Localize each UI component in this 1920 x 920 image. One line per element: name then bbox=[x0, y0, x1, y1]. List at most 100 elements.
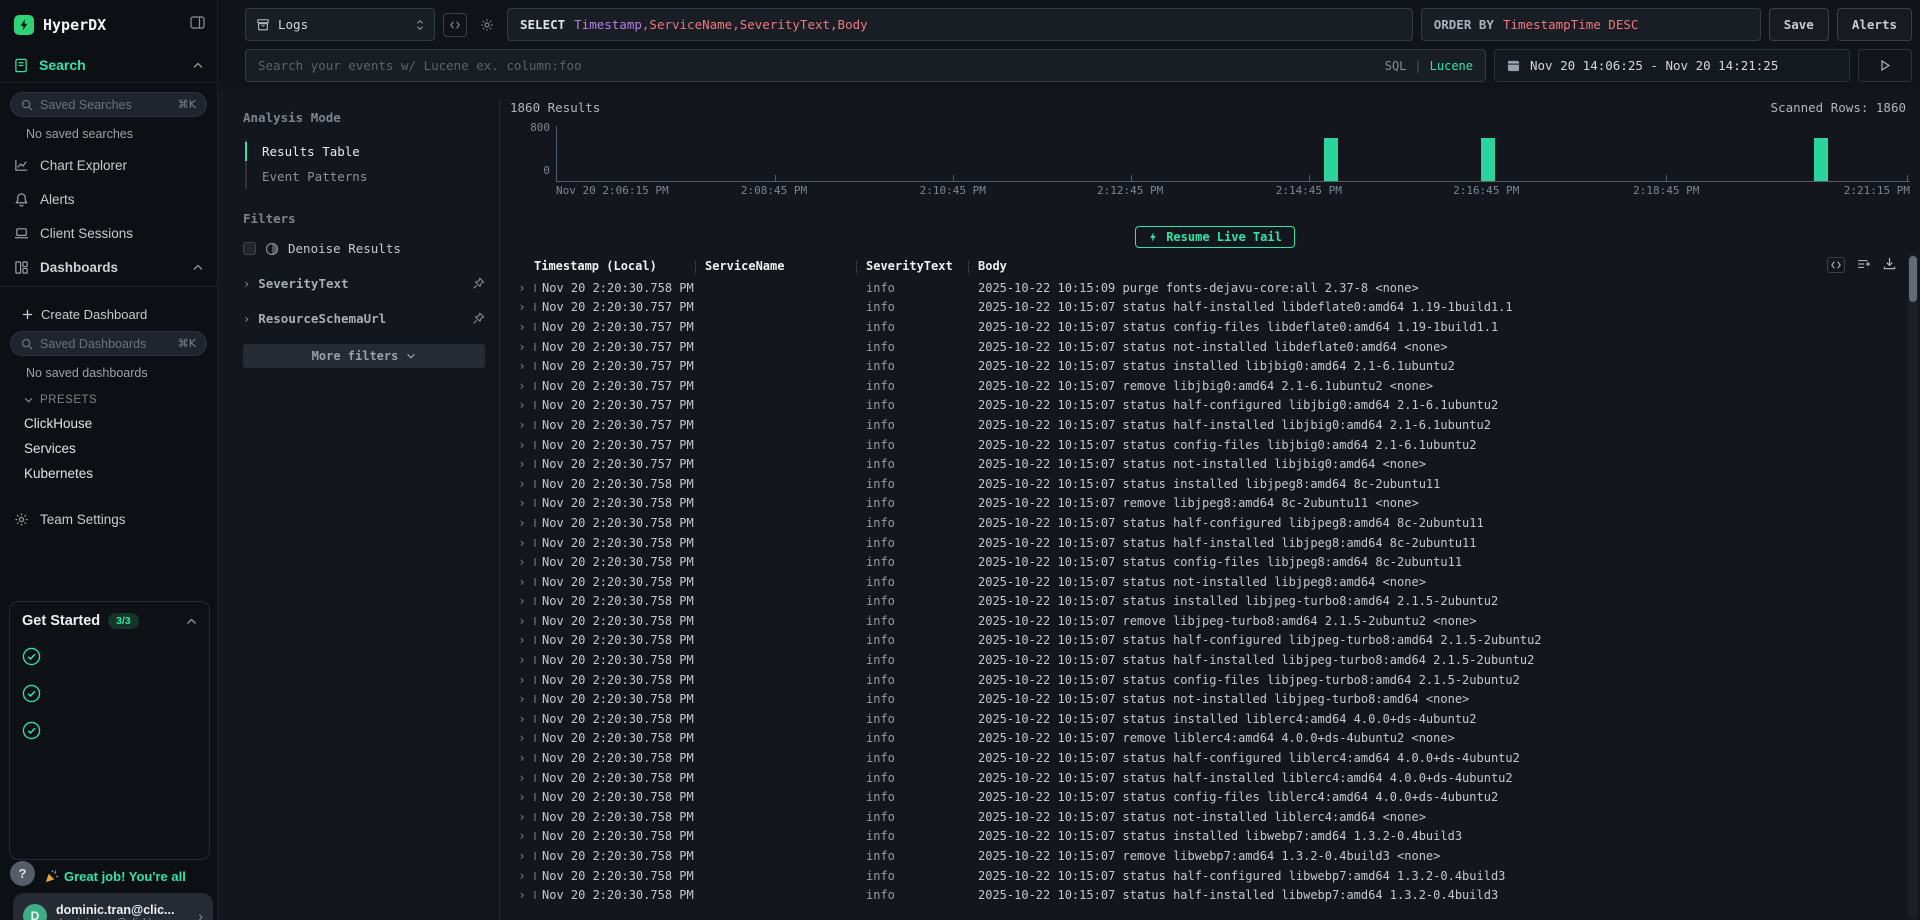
row-expand-icon[interactable]: › bbox=[510, 692, 534, 706]
table-row[interactable]: › Nov 20 2:20:30.757 PM info 2025-10-22 … bbox=[510, 298, 1920, 318]
col-header-timestamp[interactable]: Timestamp (Local) bbox=[534, 259, 705, 273]
table-row[interactable]: › Nov 20 2:20:30.758 PM info 2025-10-22 … bbox=[510, 807, 1920, 827]
collapse-sidebar-icon[interactable] bbox=[190, 16, 205, 34]
source-settings-button[interactable] bbox=[475, 13, 499, 37]
table-row[interactable]: › Nov 20 2:20:30.758 PM info 2025-10-22 … bbox=[510, 572, 1920, 592]
edit-sql-button[interactable] bbox=[443, 13, 467, 37]
table-row[interactable]: › Nov 20 2:20:30.757 PM info 2025-10-22 … bbox=[510, 396, 1920, 416]
create-dashboard-button[interactable]: Create Dashboard bbox=[0, 307, 217, 322]
row-expand-icon[interactable]: › bbox=[510, 888, 534, 902]
table-row[interactable]: › Nov 20 2:20:30.758 PM info 2025-10-22 … bbox=[510, 611, 1920, 631]
row-expand-icon[interactable]: › bbox=[510, 849, 534, 863]
denoise-results-toggle[interactable]: Denoise Results bbox=[243, 241, 485, 256]
table-row[interactable]: › Nov 20 2:20:30.758 PM info 2025-10-22 … bbox=[510, 670, 1920, 690]
pin-icon[interactable] bbox=[472, 312, 485, 325]
saved-dashboards-input[interactable]: Saved Dashboards ⌘K bbox=[10, 331, 207, 356]
row-expand-icon[interactable]: › bbox=[510, 398, 534, 412]
table-row[interactable]: › Nov 20 2:20:30.758 PM info 2025-10-22 … bbox=[510, 846, 1920, 866]
row-expand-icon[interactable]: › bbox=[510, 359, 534, 373]
help-button[interactable]: ? bbox=[10, 861, 35, 886]
row-expand-icon[interactable]: › bbox=[510, 673, 534, 687]
row-expand-icon[interactable]: › bbox=[510, 477, 534, 491]
row-expand-icon[interactable]: › bbox=[510, 810, 534, 824]
save-button[interactable]: Save bbox=[1769, 8, 1829, 41]
more-filters-button[interactable]: More filters bbox=[243, 344, 485, 368]
get-started-item[interactable] bbox=[22, 644, 197, 666]
table-scrollbar[interactable] bbox=[1908, 254, 1918, 920]
preset-item-clickhouse[interactable]: ClickHouse bbox=[0, 406, 217, 431]
row-expand-icon[interactable]: › bbox=[510, 300, 534, 314]
table-row[interactable]: › Nov 20 2:20:30.757 PM info 2025-10-22 … bbox=[510, 317, 1920, 337]
table-row[interactable]: › Nov 20 2:20:30.758 PM info 2025-10-22 … bbox=[510, 650, 1920, 670]
time-range-picker[interactable]: Nov 20 14:06:25 - Nov 20 14:21:25 bbox=[1494, 49, 1850, 82]
get-started-item[interactable] bbox=[22, 681, 197, 703]
table-row[interactable]: › Nov 20 2:20:30.758 PM info 2025-10-22 … bbox=[510, 689, 1920, 709]
row-expand-icon[interactable]: › bbox=[510, 594, 534, 608]
language-toggle-lucene[interactable]: Lucene bbox=[1430, 59, 1473, 73]
sidebar-item-client-sessions[interactable]: Client Sessions bbox=[0, 223, 217, 243]
scrollbar-thumb[interactable] bbox=[1909, 256, 1917, 302]
table-row[interactable]: › Nov 20 2:20:30.758 PM info 2025-10-22 … bbox=[510, 552, 1920, 572]
row-expand-icon[interactable]: › bbox=[510, 457, 534, 471]
filter-group-resourceschemaurl[interactable]: › ResourceSchemaUrl bbox=[243, 311, 485, 326]
table-row[interactable]: › Nov 20 2:20:30.758 PM info 2025-10-22 … bbox=[510, 631, 1920, 651]
table-row[interactable]: › Nov 20 2:20:30.757 PM info 2025-10-22 … bbox=[510, 454, 1920, 474]
select-clause-input[interactable]: SELECT Timestamp,ServiceName,SeverityTex… bbox=[507, 8, 1413, 41]
row-expand-icon[interactable]: › bbox=[510, 281, 534, 295]
histogram-bar[interactable] bbox=[1324, 138, 1338, 181]
table-row[interactable]: › Nov 20 2:20:30.757 PM info 2025-10-22 … bbox=[510, 435, 1920, 455]
row-expand-icon[interactable]: › bbox=[510, 712, 534, 726]
table-row[interactable]: › Nov 20 2:20:30.758 PM info 2025-10-22 … bbox=[510, 827, 1920, 847]
preset-item-services[interactable]: Services bbox=[0, 431, 217, 456]
get-started-item[interactable] bbox=[22, 718, 197, 740]
row-expand-icon[interactable]: › bbox=[510, 496, 534, 510]
row-expand-icon[interactable]: › bbox=[510, 771, 534, 785]
table-row[interactable]: › Nov 20 2:20:30.757 PM info 2025-10-22 … bbox=[510, 376, 1920, 396]
row-expand-icon[interactable]: › bbox=[510, 536, 534, 550]
histogram-bar[interactable] bbox=[1481, 138, 1495, 181]
order-by-input[interactable]: ORDER BY TimestampTime DESC bbox=[1421, 8, 1761, 41]
presets-toggle[interactable]: PRESETS bbox=[0, 394, 217, 406]
sidebar-item-alerts[interactable]: Alerts bbox=[0, 189, 217, 209]
table-row[interactable]: › Nov 20 2:20:30.758 PM info 2025-10-22 … bbox=[510, 787, 1920, 807]
row-expand-icon[interactable]: › bbox=[510, 653, 534, 667]
preset-item-kubernetes[interactable]: Kubernetes bbox=[0, 456, 217, 481]
row-expand-icon[interactable]: › bbox=[510, 633, 534, 647]
row-expand-icon[interactable]: › bbox=[510, 379, 534, 393]
col-header-body[interactable]: Body bbox=[978, 259, 1920, 273]
resume-live-tail-button[interactable]: Resume Live Tail bbox=[1135, 226, 1295, 248]
results-histogram[interactable]: 8000 bbox=[510, 126, 1920, 182]
row-expand-icon[interactable]: › bbox=[510, 516, 534, 530]
row-expand-icon[interactable]: › bbox=[510, 829, 534, 843]
table-row[interactable]: › Nov 20 2:20:30.757 PM info 2025-10-22 … bbox=[510, 356, 1920, 376]
table-row[interactable]: › Nov 20 2:20:30.758 PM info 2025-10-22 … bbox=[510, 885, 1920, 905]
table-row[interactable]: › Nov 20 2:20:30.758 PM info 2025-10-22 … bbox=[510, 474, 1920, 494]
pin-icon[interactable] bbox=[472, 277, 485, 290]
table-row[interactable]: › Nov 20 2:20:30.758 PM info 2025-10-22 … bbox=[510, 592, 1920, 612]
search-input[interactable]: Search your events w/ Lucene ex. column:… bbox=[245, 49, 1486, 82]
table-row[interactable]: › Nov 20 2:20:30.758 PM info 2025-10-22 … bbox=[510, 866, 1920, 886]
denoise-checkbox[interactable] bbox=[243, 242, 256, 255]
source-select[interactable]: Logs bbox=[245, 8, 435, 41]
run-query-button[interactable] bbox=[1858, 49, 1912, 82]
table-row[interactable]: › Nov 20 2:20:30.758 PM info 2025-10-22 … bbox=[510, 533, 1920, 553]
sidebar-item-chart-explorer[interactable]: Chart Explorer bbox=[0, 155, 217, 175]
expand-json-icon[interactable] bbox=[1827, 257, 1845, 273]
filter-group-severitytext[interactable]: › SeverityText bbox=[243, 276, 485, 291]
alerts-button[interactable]: Alerts bbox=[1837, 8, 1912, 41]
user-menu[interactable]: D dominic.tran@clic... dominic.tran@clic… bbox=[13, 893, 213, 920]
row-expand-icon[interactable]: › bbox=[510, 869, 534, 883]
table-row[interactable]: › Nov 20 2:20:30.757 PM info 2025-10-22 … bbox=[510, 337, 1920, 357]
table-row[interactable]: › Nov 20 2:20:30.758 PM info 2025-10-22 … bbox=[510, 748, 1920, 768]
table-row[interactable]: › Nov 20 2:20:30.758 PM info 2025-10-22 … bbox=[510, 729, 1920, 749]
sidebar-item-dashboards[interactable]: Dashboards bbox=[0, 257, 217, 277]
col-header-servicename[interactable]: ServiceName bbox=[705, 259, 866, 273]
table-row[interactable]: › Nov 20 2:20:30.758 PM info 2025-10-22 … bbox=[510, 709, 1920, 729]
mode-results-table[interactable]: Results Table bbox=[247, 139, 485, 164]
sidebar-item-search[interactable]: Search bbox=[0, 57, 217, 73]
row-expand-icon[interactable]: › bbox=[510, 438, 534, 452]
wrap-lines-icon[interactable] bbox=[1857, 258, 1871, 273]
row-expand-icon[interactable]: › bbox=[510, 418, 534, 432]
table-row[interactable]: › Nov 20 2:20:30.758 PM info 2025-10-22 … bbox=[510, 768, 1920, 788]
row-expand-icon[interactable]: › bbox=[510, 575, 534, 589]
